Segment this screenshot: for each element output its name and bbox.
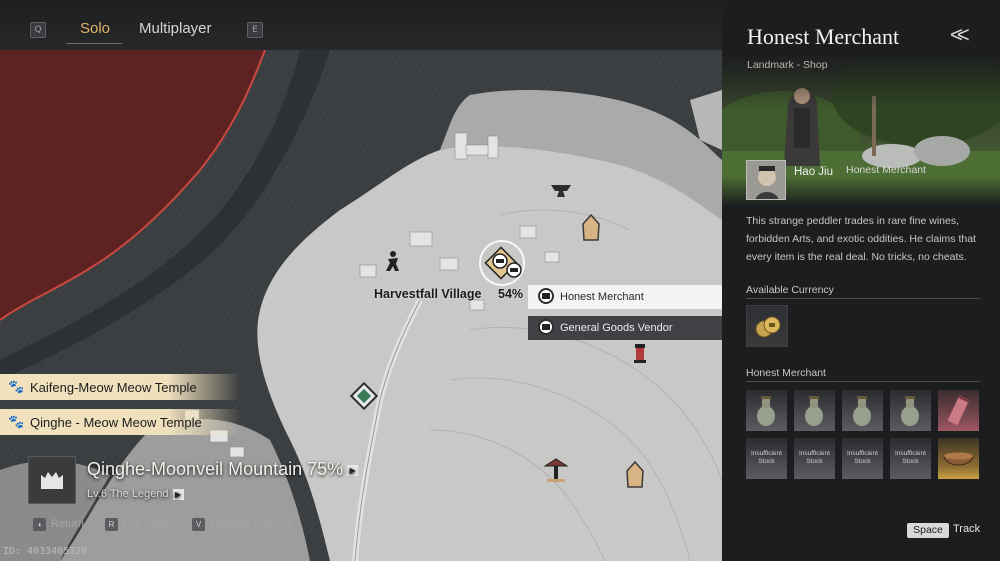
merchant-pin-icon — [538, 288, 554, 304]
detail-panel: Honest Merchant Landmark - Shop << Hao J… — [722, 0, 1000, 561]
vase-icon — [757, 396, 775, 426]
village-target-icon[interactable] — [476, 237, 528, 294]
castle-icon — [41, 472, 63, 489]
stone-tablet-icon[interactable] — [581, 213, 601, 247]
temple-tag-qinghe[interactable]: 🐾 Qinghe - Meow Meow Temple — [0, 409, 240, 435]
diamond-waypoint-icon[interactable] — [349, 381, 379, 416]
bowl-icon — [943, 452, 974, 466]
shop-item-scroll[interactable] — [938, 390, 979, 431]
divider — [746, 298, 980, 299]
panel-subtitle: Landmark - Shop — [747, 59, 828, 71]
space-key-hint: Space — [907, 523, 949, 538]
panel-title: Honest Merchant — [747, 24, 900, 49]
track-button[interactable]: Track — [953, 523, 980, 535]
vase-icon — [901, 396, 919, 426]
village-name-label: Harvestfall Village — [374, 287, 482, 301]
vase-icon — [805, 396, 823, 426]
player-id: ID: 4033405329 — [3, 546, 88, 557]
paw-icon: 🐾 — [8, 414, 25, 429]
region-name: Qinghe-Moonveil Mountain 75% — [87, 459, 344, 479]
anvil-icon[interactable] — [550, 183, 572, 204]
paw-icon: 🐾 — [8, 379, 25, 394]
shop-item-out-of-stock[interactable]: Insufficient Stock — [794, 438, 835, 479]
shop-item-bowl[interactable] — [938, 438, 979, 479]
village-progress-label: 54% — [498, 287, 524, 301]
lantern-shrine-icon[interactable] — [632, 342, 648, 369]
hint-poi-filter[interactable]: R POI Filter — [105, 518, 169, 531]
tab-solo[interactable]: Solo — [80, 20, 110, 37]
npc-role: Honest Merchant — [846, 164, 926, 176]
pavilion-icon[interactable] — [543, 457, 569, 488]
collapse-panel-icon[interactable]: << — [950, 22, 970, 48]
key-hint-left: Q — [30, 22, 46, 38]
region-level-text: Lv.6 The Legend — [87, 488, 169, 500]
region-level[interactable]: Lv.6 The Legend ▶ — [87, 488, 184, 500]
currency-heading: Available Currency — [746, 284, 834, 296]
insufficient-stock-label: Insufficient Stock — [751, 450, 782, 465]
hint-label: Material Tracking — [210, 518, 294, 530]
shop-item-out-of-stock[interactable]: Insufficient Stock — [890, 438, 931, 479]
shop-item-out-of-stock[interactable]: Insufficient Stock — [746, 438, 787, 479]
shop-item-out-of-stock[interactable]: Insufficient Stock — [842, 438, 883, 479]
temple-tag-kaifeng[interactable]: 🐾 Kaifeng-Meow Meow Temple — [0, 374, 240, 400]
currency-slot[interactable] — [746, 305, 788, 347]
hint-label: POI Filter — [123, 518, 170, 530]
insufficient-stock-label: Insufficient Stock — [799, 450, 830, 465]
vendor-pin-icon — [538, 319, 554, 335]
tab-multiplayer[interactable]: Multiplayer — [139, 20, 212, 37]
hint-return[interactable]: ◖ Return — [33, 518, 84, 531]
merchant-description: This strange peddler trades in rare fine… — [746, 215, 976, 263]
coin-icon — [755, 316, 781, 338]
poi-tag-general-goods-vendor[interactable]: General Goods Vendor — [528, 316, 722, 340]
chevron-right-icon[interactable]: ▶ — [172, 488, 184, 500]
vase-icon — [853, 396, 871, 426]
shop-heading: Honest Merchant — [746, 367, 826, 379]
map-top-bar: Q Solo Multiplayer E — [0, 0, 722, 50]
region-emblem[interactable] — [28, 456, 76, 504]
region-title[interactable]: Qinghe-Moonveil Mountain 75% ▶ — [87, 459, 359, 480]
hint-label: Return — [51, 518, 85, 530]
npc-name: Hao Jiu — [794, 166, 833, 178]
hint-material-tracking[interactable]: V Material Tracking — [192, 518, 294, 531]
insufficient-stock-label: Insufficient Stock — [847, 450, 878, 465]
poi-tag-label: General Goods Vendor — [560, 322, 673, 334]
npc-portrait[interactable] — [746, 160, 786, 200]
shop-item-wine-4[interactable] — [890, 390, 931, 431]
shop-item-wine-3[interactable] — [842, 390, 883, 431]
scroll-icon — [947, 395, 970, 426]
shop-item-wine-2[interactable] — [794, 390, 835, 431]
hint-key: R — [105, 518, 118, 531]
poi-tag-honest-merchant[interactable]: Honest Merchant — [528, 285, 722, 309]
insufficient-stock-label: Insufficient Stock — [895, 450, 926, 465]
shop-item-wine-1[interactable] — [746, 390, 787, 431]
martial-figure-icon[interactable] — [384, 250, 402, 277]
world-map[interactable]: Q Solo Multiplayer E Harvestfall Village… — [0, 0, 722, 561]
temple-tag-label: Qinghe - Meow Meow Temple — [30, 414, 202, 430]
poi-tag-label: Honest Merchant — [560, 291, 644, 303]
hint-key: V — [192, 518, 205, 531]
key-hint-right: E — [247, 22, 263, 38]
temple-tag-label: Kaifeng-Meow Meow Temple — [30, 379, 197, 395]
tab-divider — [66, 43, 122, 44]
divider — [746, 381, 980, 382]
stone-tablet-icon[interactable] — [625, 460, 645, 494]
mouse-icon: ◖ — [33, 518, 46, 531]
chevron-right-icon[interactable]: ▶ — [347, 464, 359, 476]
